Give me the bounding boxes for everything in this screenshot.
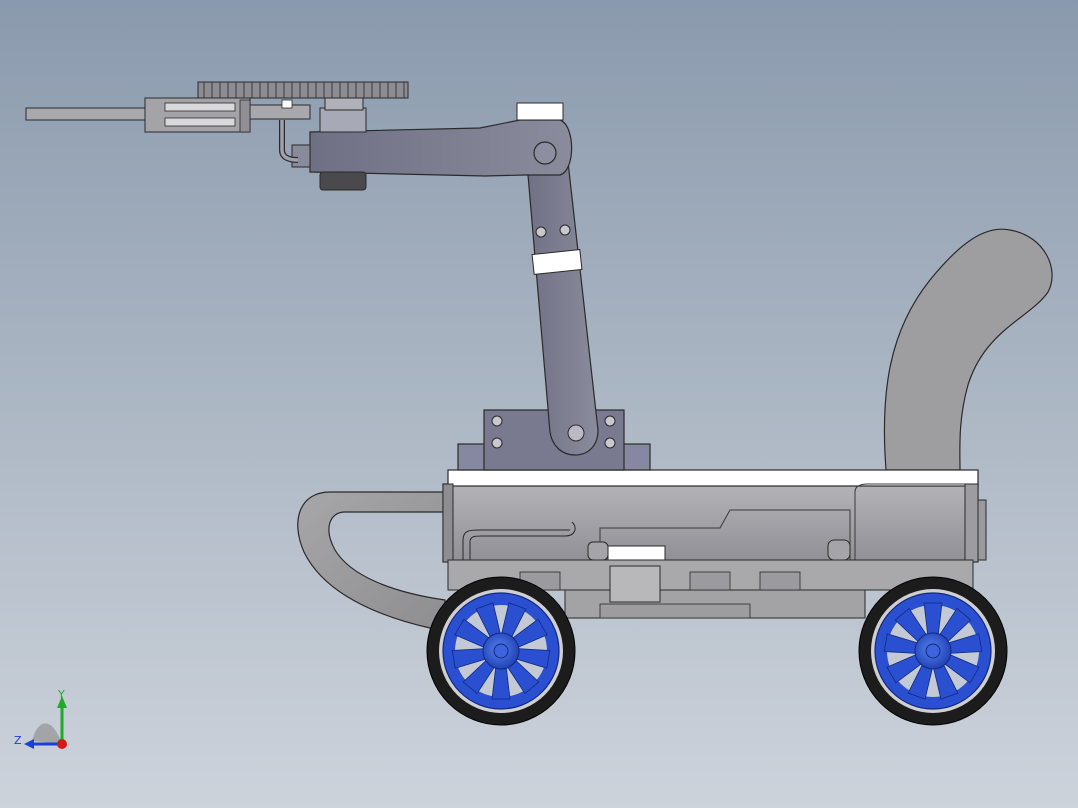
rear-wheel (858, 576, 1008, 726)
front-wheel (426, 576, 576, 726)
z-axis-label: Z (14, 734, 22, 747)
chassis (442, 469, 987, 567)
y-axis-label: Y (57, 688, 65, 701)
lower-arm-link (524, 134, 599, 456)
robot-car-model (25, 81, 1053, 726)
triad-plane-icon (32, 723, 62, 744)
x-axis-dot-icon (57, 739, 67, 749)
cad-viewport[interactable]: Y Z (0, 0, 1078, 808)
gripper-gear (197, 81, 409, 99)
z-axis-arrowhead-icon (24, 739, 34, 749)
coordinate-triad: Y Z (14, 688, 67, 749)
rear-mast (883, 228, 1053, 471)
front-handle (297, 491, 446, 629)
gripper-fingers (25, 97, 311, 133)
